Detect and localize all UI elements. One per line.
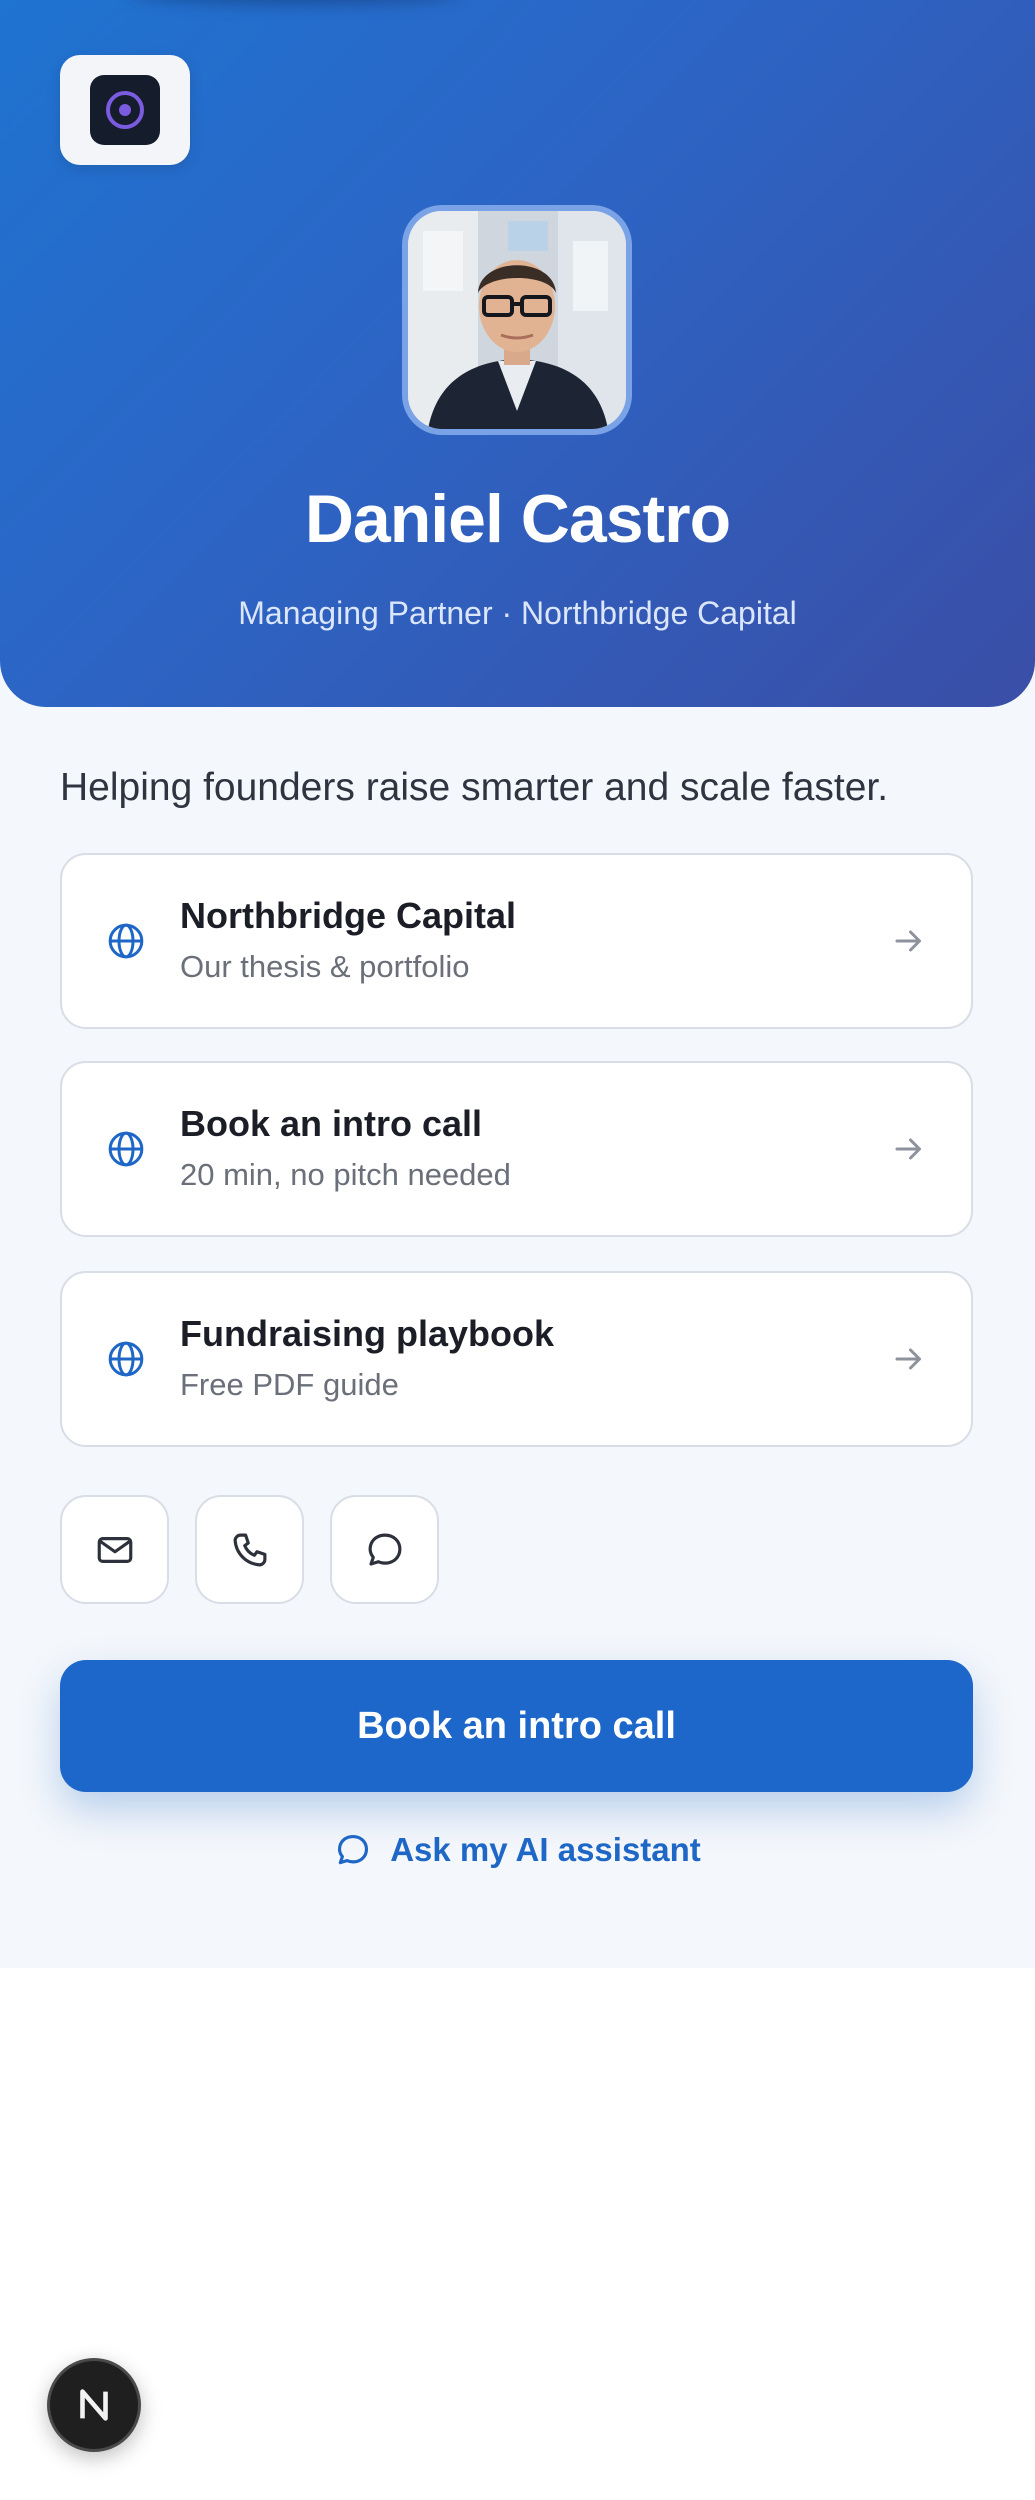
mail-icon	[97, 1536, 132, 1563]
link-title: Fundraising playbook	[180, 1313, 555, 1354]
globe-icon	[108, 1341, 144, 1377]
email-button[interactable]	[60, 1495, 169, 1604]
profile-header: Daniel Castro Managing Partner · Northbr…	[0, 0, 1035, 707]
profile-subtitle: Managing Partner · Northbridge Capital	[238, 595, 797, 631]
arrow-right-icon	[895, 1348, 921, 1370]
chat-icon	[338, 1834, 369, 1865]
profile-tagline: Helping founders raise smarter and scale…	[60, 766, 889, 809]
link-card-playbook[interactable]: Fundraising playbook Free PDF guide	[60, 1271, 973, 1447]
message-button[interactable]	[330, 1495, 439, 1604]
link-subtitle: Our thesis & portfolio	[180, 949, 470, 984]
arrow-right-icon	[895, 1138, 921, 1160]
top-shadow	[130, 0, 460, 4]
profile-name: Daniel Castro	[304, 481, 731, 557]
phone-button[interactable]	[195, 1495, 304, 1604]
link-subtitle: Free PDF guide	[180, 1367, 399, 1402]
link-card-intro-call[interactable]: Book an intro call 20 min, no pitch need…	[60, 1061, 973, 1237]
globe-icon	[108, 1131, 144, 1167]
link-card-northbridge[interactable]: Northbridge Capital Our thesis & portfol…	[60, 853, 973, 1029]
link-title: Book an intro call	[180, 1103, 483, 1144]
link-subtitle: 20 min, no pitch needed	[180, 1157, 511, 1192]
arrow-right-icon	[895, 930, 921, 952]
book-intro-call-button[interactable]: Book an intro call	[60, 1660, 973, 1792]
n-logo-icon	[80, 2389, 108, 2421]
avatar-photo	[408, 211, 626, 429]
globe-icon	[108, 923, 144, 959]
brand-logo[interactable]	[60, 55, 190, 165]
logo-mark	[90, 75, 160, 145]
phone-icon	[233, 1533, 266, 1566]
ask-ai-assistant-label: Ask my AI assistant	[390, 1831, 701, 1868]
chat-icon	[368, 1533, 401, 1566]
link-title: Northbridge Capital	[180, 895, 517, 936]
target-icon	[106, 91, 144, 129]
avatar	[402, 205, 632, 435]
ask-ai-assistant-link[interactable]: Ask my AI assistant	[0, 1828, 1035, 1872]
floating-action-button[interactable]	[47, 2358, 141, 2452]
